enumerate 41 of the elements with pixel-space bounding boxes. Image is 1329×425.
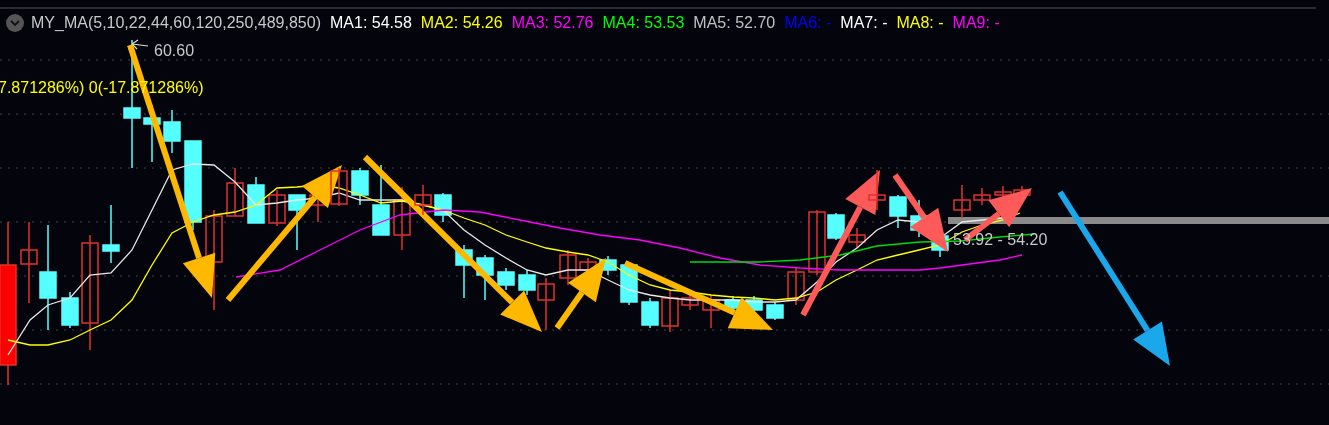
candlestick [330,167,348,207]
moving-average-value: MA2: 54.26 [420,13,503,33]
moving-average-value: MA6: - [784,13,832,33]
candlestick [455,244,473,299]
candlestick [268,189,286,227]
moving-average-value: MA5: 52.70 [693,13,776,33]
candlestick [226,167,244,217]
moving-average-value: MA3: 52.76 [511,13,594,33]
candlestick [848,227,866,249]
candlestick [497,267,515,291]
moving-average-value: MA4: 53.53 [602,13,685,33]
candlestick [414,184,432,216]
rising-arrow [554,258,606,330]
high-price-label: 60.60 [154,41,195,61]
candlestick [351,167,369,206]
candlestick [889,194,907,229]
candlestick [641,297,659,329]
moving-average-value: MA7: - [840,13,888,33]
candlestick [163,109,181,154]
candlestick [61,291,79,329]
candlestick [661,289,679,333]
candlestick [868,169,886,211]
moving-average-value: MA9: - [952,13,1000,33]
candlestick [434,192,452,223]
pointer-icon [131,39,149,50]
candlestick [372,164,390,236]
candlestick [288,194,306,251]
candlestick [247,176,265,224]
moving-average-value: MA1: 54.58 [330,13,412,33]
candlestick [787,267,805,306]
candlestick [973,187,991,206]
indicator-name: MY_MA(5,10,22,44,60,120,250,489,850) [31,13,321,33]
collapse-toggle-icon[interactable] [6,14,24,32]
candlestick [476,254,494,301]
candlestick [102,204,120,264]
candlestick [702,294,720,329]
candlestick [766,301,784,321]
candlestick [953,184,971,219]
candlestick [393,186,411,251]
moving-average-value: MA8: - [896,13,944,33]
candlestick [559,249,577,286]
